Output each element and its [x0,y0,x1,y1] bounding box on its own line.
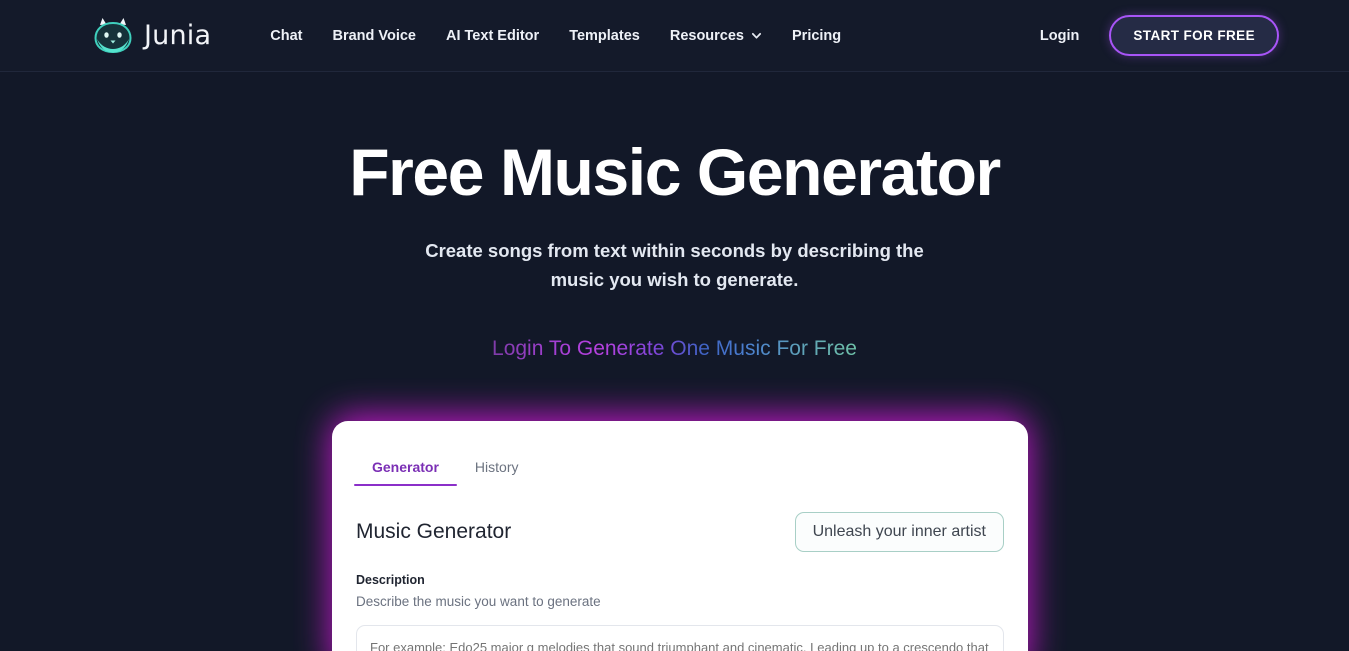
nav-item-label: Templates [569,27,640,44]
nav-item-label: Brand Voice [332,27,416,44]
card-tabs: Generator History [354,459,1028,486]
header-actions: Login START FOR FREE [1040,15,1279,56]
description-textarea[interactable] [356,625,1004,651]
tab-generator[interactable]: Generator [354,459,457,486]
chevron-down-icon [751,32,762,39]
nav-item-label: AI Text Editor [446,27,540,44]
brand-logo[interactable]: Junia [92,16,211,56]
junia-cat-logo-icon [94,17,132,53]
tab-history[interactable]: History [457,459,537,486]
site-header: Junia Chat Brand Voice AI Text Editor Te… [0,0,1349,72]
description-help-text: Describe the music you want to generate [356,594,601,609]
brand-name: Junia [144,20,212,51]
description-label: Description [356,573,425,587]
main-nav: Chat Brand Voice AI Text Editor Template… [255,20,856,52]
unleash-inner-artist-button[interactable]: Unleash your inner artist [794,512,1004,552]
nav-item-brand-voice[interactable]: Brand Voice [317,20,431,52]
page-title: Free Music Generator [349,135,1001,209]
nav-item-resources[interactable]: Resources [655,20,777,52]
nav-item-pricing[interactable]: Pricing [777,20,856,52]
nav-item-ai-text-editor[interactable]: AI Text Editor [431,20,554,52]
nav-item-chat[interactable]: Chat [255,20,317,52]
nav-item-label: Chat [270,27,303,44]
nav-item-label: Resources [669,27,744,44]
music-generator-card: Generator History Music Generator Unleas… [332,421,1028,651]
card-title: Music Generator [356,520,512,543]
hero-section: Free Music Generator Create songs from t… [0,72,1349,361]
hero-subtitle: Create songs from text within seconds by… [425,240,924,290]
nav-item-templates[interactable]: Templates [554,20,655,52]
start-for-free-button[interactable]: START FOR FREE [1109,15,1279,56]
login-to-generate-link[interactable]: Login To Generate One Music For Free [492,337,857,361]
card-header-row: Music Generator Unleash your inner artis… [356,512,1004,552]
nav-item-label: Pricing [792,27,842,44]
card-body: Music Generator Unleash your inner artis… [332,512,1028,651]
login-link[interactable]: Login [1040,28,1079,44]
